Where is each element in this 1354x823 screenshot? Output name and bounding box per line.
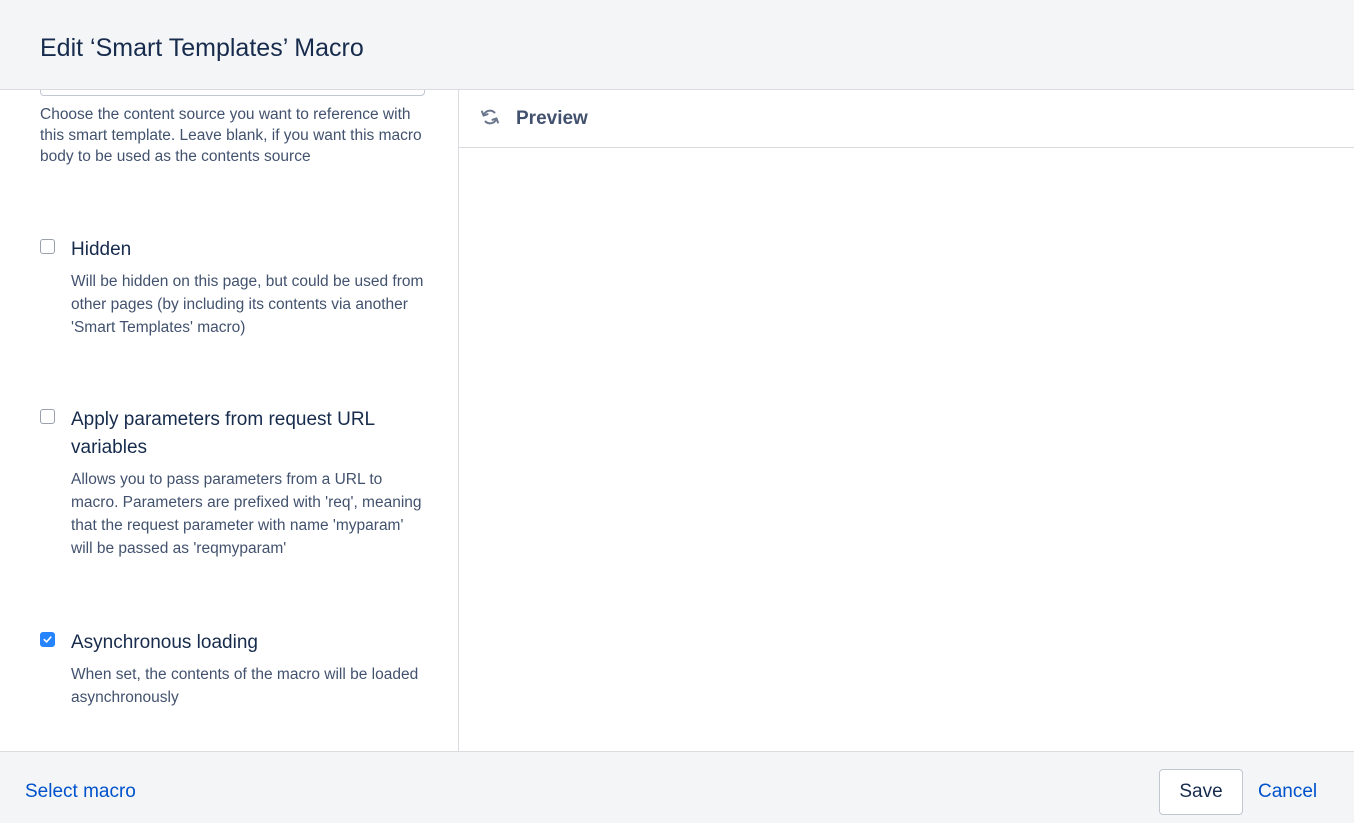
dialog-header: Edit ‘Smart Templates’ Macro — [0, 0, 1354, 90]
option-apply-url-params: Apply parameters from request URL variab… — [40, 406, 440, 560]
option-hidden: Hidden Will be hidden on this page, but … — [40, 236, 440, 339]
macro-parameters-panel[interactable]: Choose the content source you want to re… — [0, 90, 459, 751]
checkmark-icon — [43, 636, 52, 643]
preview-label: Preview — [516, 108, 588, 129]
hidden-description: Will be hidden on this page, but could b… — [71, 273, 424, 336]
save-button[interactable]: Save — [1159, 769, 1243, 815]
option-async-loading: Asynchronous loading When set, the conte… — [40, 629, 440, 709]
apply-url-params-label[interactable]: Apply parameters from request URL variab… — [71, 406, 431, 462]
cancel-link[interactable]: Cancel — [1258, 781, 1317, 803]
hidden-checkbox[interactable] — [40, 239, 55, 254]
preview-panel: Preview — [459, 90, 1354, 751]
content-source-description: Choose the content source you want to re… — [40, 106, 422, 165]
preview-toolbar: Preview — [459, 90, 1354, 148]
apply-url-params-checkbox[interactable] — [40, 409, 55, 424]
hidden-label[interactable]: Hidden — [71, 236, 131, 264]
dialog-footer: Select macro Save Cancel — [0, 751, 1354, 823]
apply-url-params-description: Allows you to pass parameters from a URL… — [71, 471, 422, 557]
select-macro-link[interactable]: Select macro — [25, 781, 136, 803]
async-loading-description: When set, the contents of the macro will… — [71, 666, 419, 706]
dialog-title: Edit ‘Smart Templates’ Macro — [40, 34, 364, 62]
refresh-icon[interactable] — [480, 107, 500, 127]
content-source-input[interactable] — [40, 90, 425, 96]
async-loading-label[interactable]: Asynchronous loading — [71, 629, 258, 657]
async-loading-checkbox[interactable] — [40, 632, 55, 647]
